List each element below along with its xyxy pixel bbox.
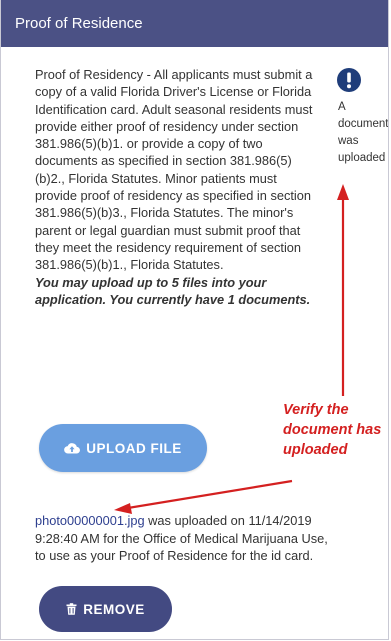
upload-confirmation: photo00000001.jpg was uploaded on 11/14/… — [35, 512, 331, 565]
upload-file-button[interactable]: UPLOAD FILE — [39, 424, 207, 472]
trash-icon — [66, 603, 77, 615]
uploaded-file-link[interactable]: photo00000001.jpg — [35, 513, 145, 528]
upload-file-label: UPLOAD FILE — [86, 440, 182, 456]
residency-description: Proof of Residency - All applicants must… — [35, 67, 313, 273]
cloud-upload-icon — [64, 442, 81, 454]
exclamation-circle-icon — [337, 68, 361, 92]
residency-instructions: Proof of Residency - All applicants must… — [35, 66, 318, 308]
upload-status-message: A document was uploaded — [338, 101, 389, 164]
upload-limit-note: You may upload up to 5 files into your a… — [35, 274, 311, 307]
panel-title: Proof of Residence — [1, 0, 388, 47]
remove-button[interactable]: REMOVE — [39, 586, 172, 632]
proof-of-residence-panel: Proof of Residence Proof of Residency - … — [0, 0, 389, 640]
remove-label: REMOVE — [83, 601, 145, 617]
verify-annotation: Verify the document has uploaded — [283, 402, 382, 458]
